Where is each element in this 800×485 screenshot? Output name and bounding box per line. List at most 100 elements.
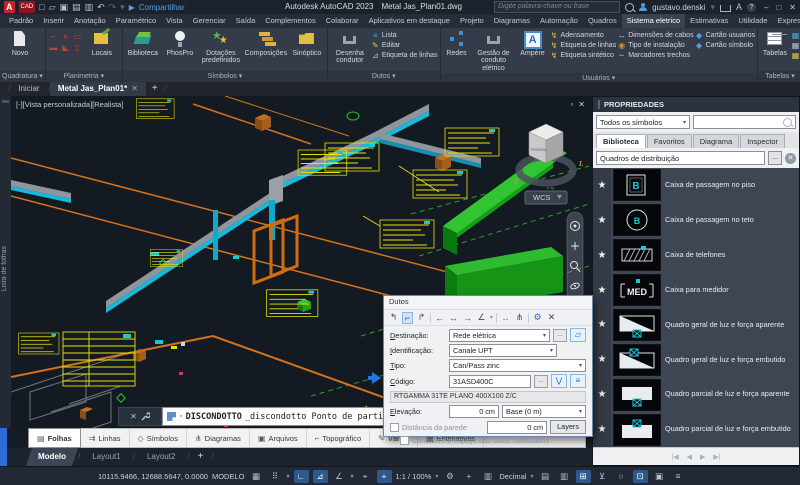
sinoptico-button[interactable]: Sinóptico [289, 29, 325, 57]
favorite-star-icon[interactable]: ★ [593, 308, 611, 343]
favorite-star-icon[interactable]: ★ [593, 377, 611, 412]
ribbon-tab-estimativas[interactable]: Estimativas [685, 14, 733, 28]
panel-label-usuarios[interactable]: Usuários ▾ [441, 73, 757, 82]
tab-linhas[interactable]: ⇉Linhas [81, 429, 130, 447]
command-bar-handle[interactable]: ✕ [118, 407, 162, 426]
wall-tool-icon[interactable]: ⌐ [48, 32, 59, 42]
ribbon-tab-sistema-eletrico[interactable]: Sistema eletrico [622, 14, 685, 28]
list-item[interactable]: ★ Quadro parcial de luz e força embutido [593, 412, 799, 447]
palette-grip-icon[interactable] [598, 100, 600, 109]
duct-curve-right-icon[interactable]: ↱ [416, 312, 427, 324]
palette-header[interactable]: PROPRIEDADES [593, 97, 799, 112]
ribbon-tab-automacao[interactable]: Automação [535, 14, 583, 28]
space-indicator[interactable]: MODELO [212, 472, 245, 481]
share-button[interactable]: Compartilhar [139, 3, 185, 12]
search-icon[interactable] [625, 3, 634, 12]
duct-corner-icon[interactable]: ⌐ [402, 312, 413, 324]
tab-inspector[interactable]: Inspector [740, 134, 785, 148]
units-caret-icon[interactable]: ▾ [530, 473, 533, 480]
panel-label-tabelas[interactable]: Tabelas ▾ [758, 71, 800, 82]
browse-button[interactable]: ... [768, 151, 782, 165]
favorite-star-icon[interactable]: ★ [593, 273, 611, 308]
tab-modelo[interactable]: Modelo [26, 448, 78, 466]
settings-gear-icon[interactable]: ⚙ [442, 470, 457, 483]
tab-biblioteca[interactable]: Biblioteca [596, 134, 646, 148]
cartao-simbolo-button[interactable]: ◆Cartão símbolo [695, 41, 755, 50]
autodesk-app-icon[interactable]: A [736, 1, 742, 13]
novo-button[interactable]: Novo [2, 29, 38, 57]
search-input[interactable]: Digite palavra-chave ou frase [494, 1, 620, 13]
tabelas-button[interactable]: Tabelas [760, 29, 790, 57]
next-page-button[interactable]: ▶ [700, 453, 705, 461]
etiqueta-sintetico-button[interactable]: ↯Etiqueta sintético [550, 51, 617, 60]
snap-toggle-icon[interactable]: ⠿ [267, 470, 282, 483]
hardware-accel-icon[interactable]: ⊞ [576, 470, 591, 483]
annotation-monitor-icon[interactable]: ⊡ [633, 470, 648, 483]
tab-layout1[interactable]: Layout1 [80, 448, 132, 466]
print-icon[interactable]: ▥ [85, 1, 94, 13]
scale-caret-icon[interactable]: ▾ [435, 473, 438, 480]
cartao-usuarios-button[interactable]: ◆Cartão usuarios [695, 31, 755, 40]
add-scale-icon[interactable]: + [461, 470, 476, 483]
ribbon-tab-padrao[interactable]: Padrão [4, 14, 38, 28]
monitor-icon[interactable]: ▥ [557, 470, 572, 483]
dotacoes-button[interactable]: Dotações predefinidos [199, 29, 243, 65]
panel-label-planimetria[interactable]: Planimetria ▾ [46, 71, 122, 82]
favorite-star-icon[interactable]: ★ [593, 238, 611, 273]
grid-toggle-icon[interactable]: ▦ [248, 470, 263, 483]
list-item[interactable]: ★ Caixa de telefones [593, 238, 799, 273]
ortho-toggle-icon[interactable]: ∟ [294, 470, 309, 483]
codigo-filter-icon[interactable]: ⋁ [551, 374, 567, 388]
ribbon-tab-complementos[interactable]: Complementos [260, 14, 320, 28]
panel-label-simbolos[interactable]: Símbolos ▾ [123, 71, 327, 82]
maximize-button[interactable]: □ [776, 3, 781, 12]
ribbon-tab-express-tools[interactable]: Express Tools [773, 14, 800, 28]
clear-category-icon[interactable]: ✕ [785, 153, 796, 164]
redes-button[interactable]: Redes [443, 29, 471, 57]
dimensoes-cabos-button[interactable]: ↔Dimensões de cabos [617, 31, 693, 40]
store-cart-icon[interactable] [720, 5, 731, 12]
elevacao-base-select[interactable]: Base (0 m)▾ [502, 405, 586, 418]
codigo-browse-button[interactable]: ... [534, 375, 548, 388]
redo-icon[interactable]: ↷ [109, 1, 117, 13]
units-indicator[interactable]: Decimal [499, 472, 526, 481]
phospro-button[interactable]: PhosPro [162, 29, 198, 57]
slab-tool-icon[interactable]: ▬ [48, 43, 59, 53]
codigo-list-icon[interactable]: ≡ [570, 374, 586, 388]
roof-tool-icon[interactable]: ∧ [60, 32, 71, 42]
new-tab-button[interactable]: + [146, 82, 164, 96]
tipo-instalacao-button[interactable]: ◉Tipo de instalação [617, 41, 693, 50]
fill-tool-icon[interactable]: ◣ [60, 43, 71, 53]
desenha-condutor-button[interactable]: Desenha condutor [330, 29, 370, 65]
viewport-controls[interactable]: [-][Vista personalizada][Realista] [16, 100, 123, 109]
tab-topografico[interactable]: ⌐Topográfico [307, 429, 370, 447]
user-name[interactable]: gustavo.denski [652, 3, 705, 12]
close-tool-icon[interactable]: ✕ [546, 312, 557, 324]
adensamento-button[interactable]: ↯Adensamento [550, 31, 617, 40]
workspace-icon[interactable]: ▥ [480, 470, 495, 483]
favorite-star-icon[interactable]: ★ [593, 168, 611, 203]
quick-properties-icon[interactable]: ▤ [538, 470, 553, 483]
file-tab-document[interactable]: Metal Jas_Plan01*✕ [50, 82, 146, 96]
align-center-icon[interactable]: ↔ [448, 312, 459, 324]
tab-simbolos[interactable]: ◇Símbolos [130, 429, 187, 447]
ribbon-tab-diagramas[interactable]: Diagramas [489, 14, 535, 28]
tab-favoritos[interactable]: Favoritos [647, 134, 692, 148]
locais-button[interactable]: Locais [84, 29, 120, 57]
snap-caret-icon[interactable]: ▾ [286, 473, 289, 480]
viewport-close-icon[interactable]: ✕ [578, 100, 585, 109]
branch-icon[interactable]: ⋔ [514, 312, 525, 324]
align-left-icon[interactable]: ← [434, 312, 445, 324]
customization-menu-icon[interactable]: ≡ [671, 470, 686, 483]
ribbon-tab-vista[interactable]: Vista [161, 14, 188, 28]
ribbon-tab-colaborar[interactable]: Colaborar [321, 14, 364, 28]
gestao-conduto-button[interactable]: Gestão de conduto elétrico [472, 29, 516, 72]
open-file-icon[interactable]: ▱ [49, 1, 56, 13]
new-file-icon[interactable]: □ [39, 1, 44, 13]
table-tool-1-icon[interactable]: ▦ [791, 31, 800, 40]
list-item[interactable]: ★ Quadro geral de luz e força embutido [593, 342, 799, 377]
ribbon-tab-aplicativos[interactable]: Aplicativos em destaque [364, 14, 455, 28]
tab-folhas[interactable]: ▤Folhas [28, 428, 81, 448]
panel-label-quadratura[interactable]: Quadratura ▾ [0, 71, 45, 82]
dist-parede-input[interactable]: 0 cm [487, 421, 547, 434]
